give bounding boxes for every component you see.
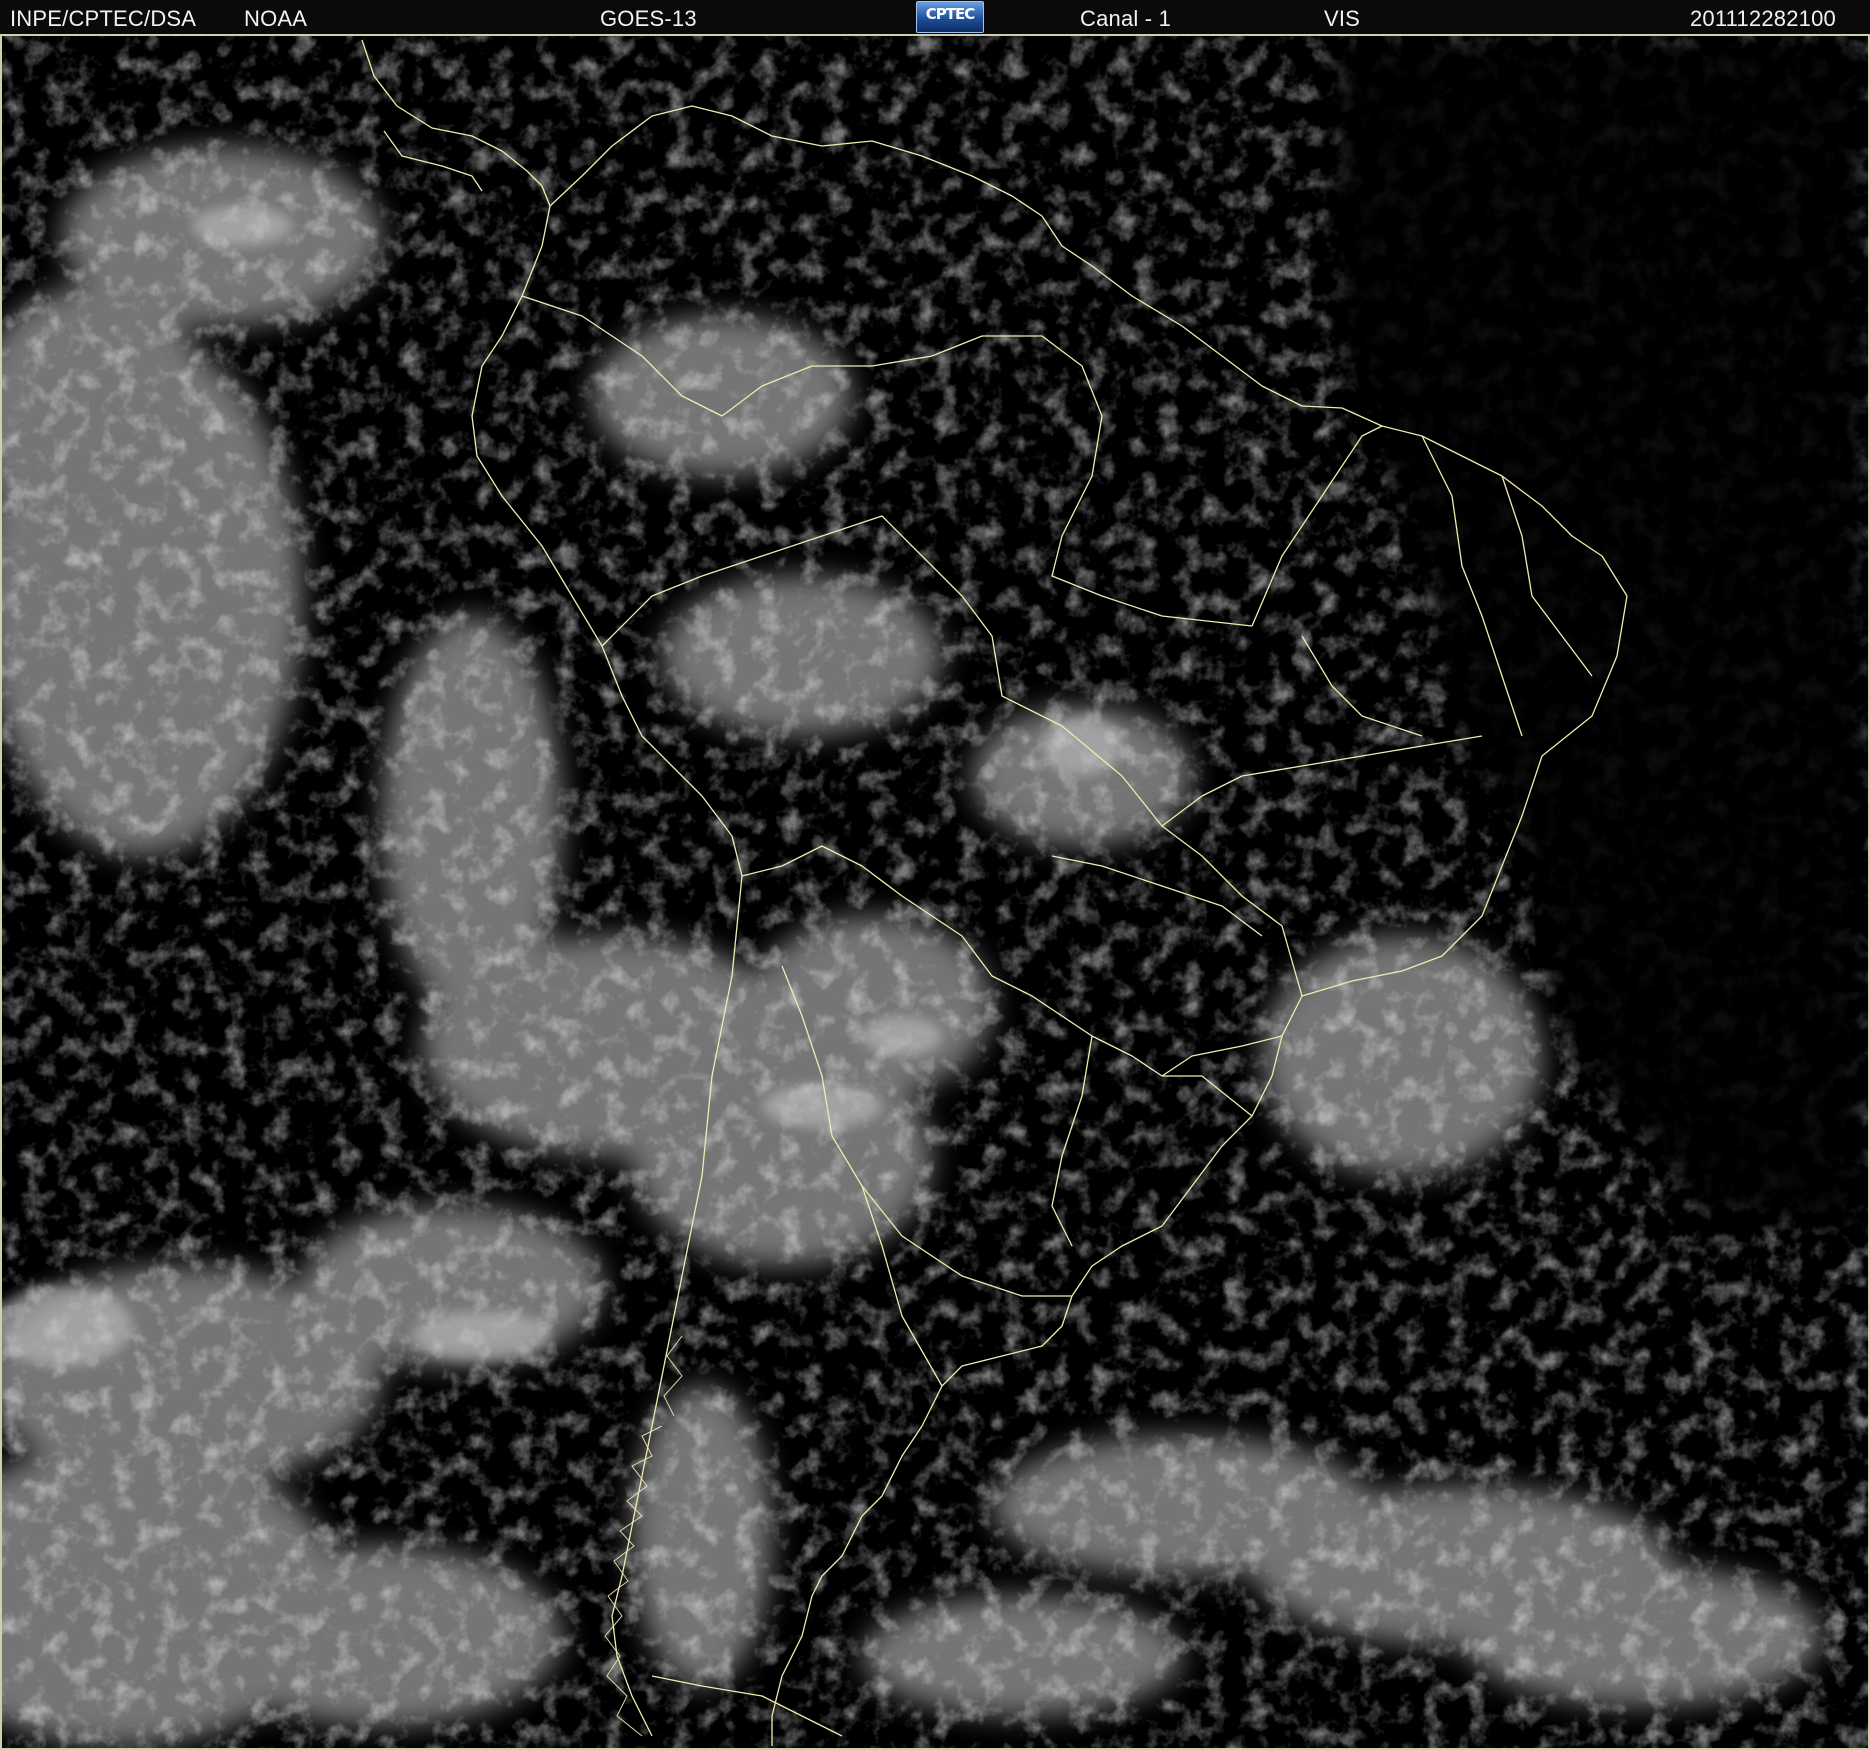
logo-text: CPTEC (925, 5, 976, 23)
satellite-image (0, 36, 1870, 1750)
satellite-label: GOES-13 (600, 6, 697, 31)
band-label: VIS (1324, 6, 1361, 31)
cptec-logo-icon: CPTEC (916, 1, 984, 33)
header-bar: INPE/CPTEC/DSA NOAA GOES-13 CPTEC Canal … (0, 0, 1870, 36)
satellite-map (2, 36, 1868, 1748)
agency-label: NOAA (244, 6, 308, 31)
channel-label: Canal - 1 (1080, 6, 1172, 31)
institution-label: INPE/CPTEC/DSA (10, 6, 197, 31)
timestamp-label: 201112282100 (1690, 6, 1836, 31)
